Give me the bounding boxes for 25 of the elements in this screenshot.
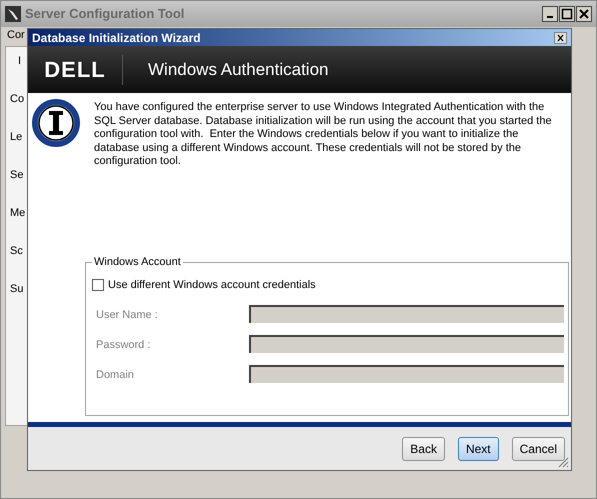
minimize-button[interactable] [542, 6, 558, 22]
window-title: Server Configuration Tool [25, 5, 186, 24]
dell-logo: DELL [28, 54, 123, 84]
checkbox-label: Use different Windows account credentials [108, 278, 316, 293]
app-icon [5, 6, 21, 22]
wizard-button[interactable]: Back [402, 436, 445, 460]
minimize-icon [547, 16, 553, 18]
dialog-title: Database Initialization Wizard [32, 30, 202, 46]
maximize-button[interactable] [559, 6, 575, 22]
field-label: Password : [96, 338, 150, 353]
close-button[interactable] [554, 32, 567, 44]
banner-heading: Windows Authentication [148, 58, 328, 81]
menu-tab[interactable]: Cor [7, 27, 25, 44]
field-label: Domain [96, 368, 134, 383]
checkbox[interactable] [92, 279, 104, 292]
message-text: You have configured the enterprise server to use Windows Integrated Authentication with the SQL Server database. Database initialization will be run using the account that you started the configuration tool with. Enter the Windows credentials below if you want to initialize the database using a different Windows account. These credentials will not be stored by the configuration tool. [94, 100, 553, 168]
maximize-icon [560, 7, 574, 21]
info-icon [32, 99, 80, 147]
field-label: User Name : [96, 308, 158, 323]
resize-grip-icon [558, 457, 569, 468]
wizard-button[interactable]: Cancel [512, 436, 565, 460]
close-button[interactable] [576, 6, 592, 22]
close-icon [577, 7, 591, 21]
close-icon [555, 32, 566, 42]
wizard-button[interactable]: Next [458, 436, 499, 460]
